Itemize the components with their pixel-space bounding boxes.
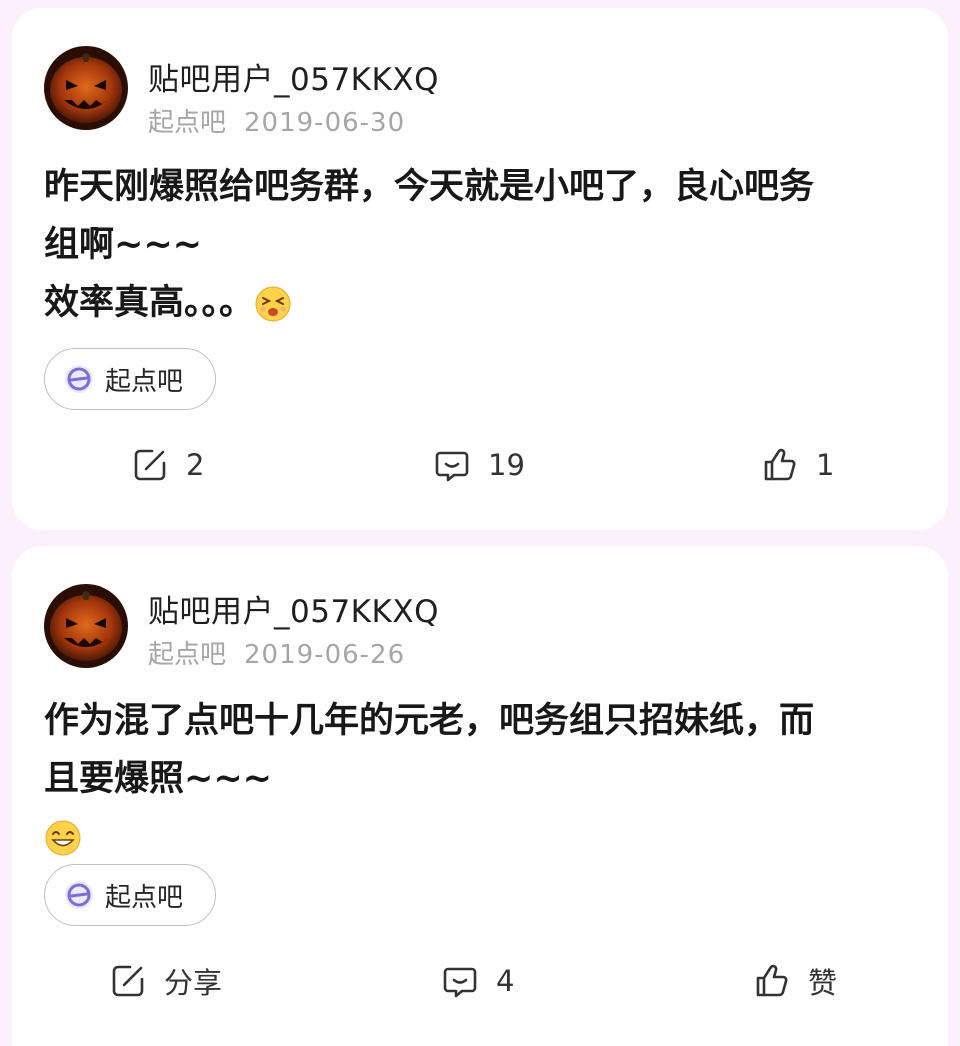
forum-name[interactable]: 起点吧 [148,108,226,138]
post-date: 2019-06-26 [244,640,406,670]
content-line-with-emoji: 效率真高。。。 [44,274,914,332]
forum-tag-button[interactable]: 起点吧 [44,864,216,926]
content-line: 昨天刚爆照给吧务群，今天就是小吧了，良心吧务 [44,167,815,207]
content-line: 且要爆照~~~ [44,759,272,799]
post-date: 2019-06-30 [244,108,406,138]
share-label: 分享 [164,966,223,1000]
forum-tag-label: 起点吧 [105,882,184,913]
content-line-emoji [44,808,914,866]
thumbs-up-icon [752,961,792,1001]
post-content: 作为混了点吧十几年的元老，吧务组只招妹纸，而 且要爆照~~~ [44,692,914,866]
laughing-emoji-icon [254,285,292,323]
comment-icon [432,445,472,485]
post-content: 昨天刚爆照给吧务群，今天就是小吧了，良心吧务 组啊~~~ 效率真高。。。 [44,158,914,332]
content-line: 作为混了点吧十几年的元老，吧务组只招妹纸，而 [44,701,815,741]
like-count: 1 [816,448,835,482]
comment-button[interactable]: 19 [432,440,525,490]
comment-count: 4 [496,964,515,998]
like-label: 赞 [808,966,838,1000]
comment-count: 19 [488,448,525,482]
forum-icon [63,363,95,395]
forum-name[interactable]: 起点吧 [148,640,226,670]
share-count: 2 [186,448,205,482]
share-icon [130,445,170,485]
comment-button[interactable]: 4 [440,956,514,1006]
forum-tag-label: 起点吧 [105,366,184,397]
username[interactable]: 贴吧用户_057KKXQ [148,54,439,99]
content-line: 组啊~~~ [44,225,202,265]
avatar[interactable] [44,46,128,130]
like-button[interactable]: 1 [760,440,834,490]
post-card[interactable]: 贴吧用户_057KKXQ 起点吧 2019-06-30 昨天刚爆照给吧务群，今天就… [12,8,948,530]
share-button[interactable]: 分享 [108,956,222,1006]
share-button[interactable]: 2 [130,440,204,490]
smiling-emoji-icon [44,819,82,857]
forum-icon [63,879,95,911]
forum-tag-button[interactable]: 起点吧 [44,348,216,410]
post-meta: 起点吧 2019-06-26 [148,634,405,671]
comment-icon [440,961,480,1001]
thumbs-up-icon [760,445,800,485]
avatar[interactable] [44,584,128,668]
username[interactable]: 贴吧用户_057KKXQ [148,586,439,631]
action-bar: 2 19 1 [12,440,948,490]
post-meta: 起点吧 2019-06-30 [148,102,405,139]
post-card[interactable]: 贴吧用户_057KKXQ 起点吧 2019-06-26 作为混了点吧十几年的元老，… [12,546,948,1046]
share-icon [108,961,148,1001]
action-bar: 分享 4 赞 [12,956,948,1006]
like-button[interactable]: 赞 [752,956,837,1006]
